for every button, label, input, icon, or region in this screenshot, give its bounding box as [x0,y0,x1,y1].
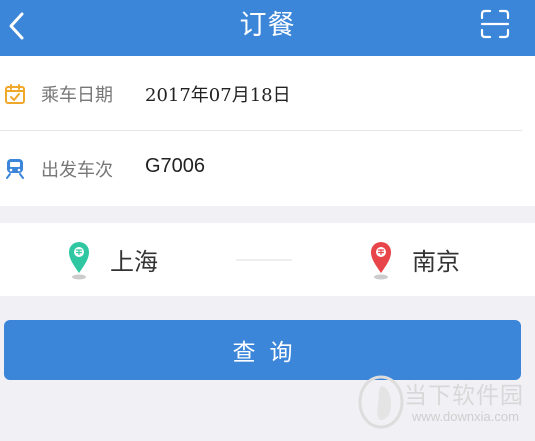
downxia-logo-icon [358,375,404,429]
query-button[interactable]: 查询 [4,320,521,380]
trip-form: 乘车日期 2017年07月18日 出发车次 G7006 [0,56,535,206]
arrival-station-name: 南京 [412,248,460,276]
watermark-url: www.downxia.com [412,409,519,424]
route-selector: 上海 南京 [0,223,535,296]
top-bar: 订餐 [0,0,535,56]
page-title: 订餐 [239,10,296,41]
departure-station[interactable]: 上海 [60,223,210,296]
train-number-row[interactable]: 出发车次 G7006 [0,131,522,206]
departure-station-name: 上海 [110,248,158,276]
arrival-station[interactable]: 南京 [360,223,510,296]
route-connector [236,259,292,261]
train-number-label: 出发车次 [41,160,113,181]
train-number-value: G7006 [145,155,206,177]
watermark-title: 当下软件园 [404,383,524,409]
scan-icon [480,9,510,39]
travel-date-row[interactable]: 乘车日期 2017年07月18日 [0,56,522,131]
travel-date-value: 2017年07月18日 [145,85,291,106]
scan-button[interactable] [476,7,514,41]
calendar-icon [5,84,25,104]
map-pin-icon [371,242,391,280]
map-pin-icon [69,242,89,280]
train-icon [6,159,24,179]
travel-date-label: 乘车日期 [41,85,113,106]
